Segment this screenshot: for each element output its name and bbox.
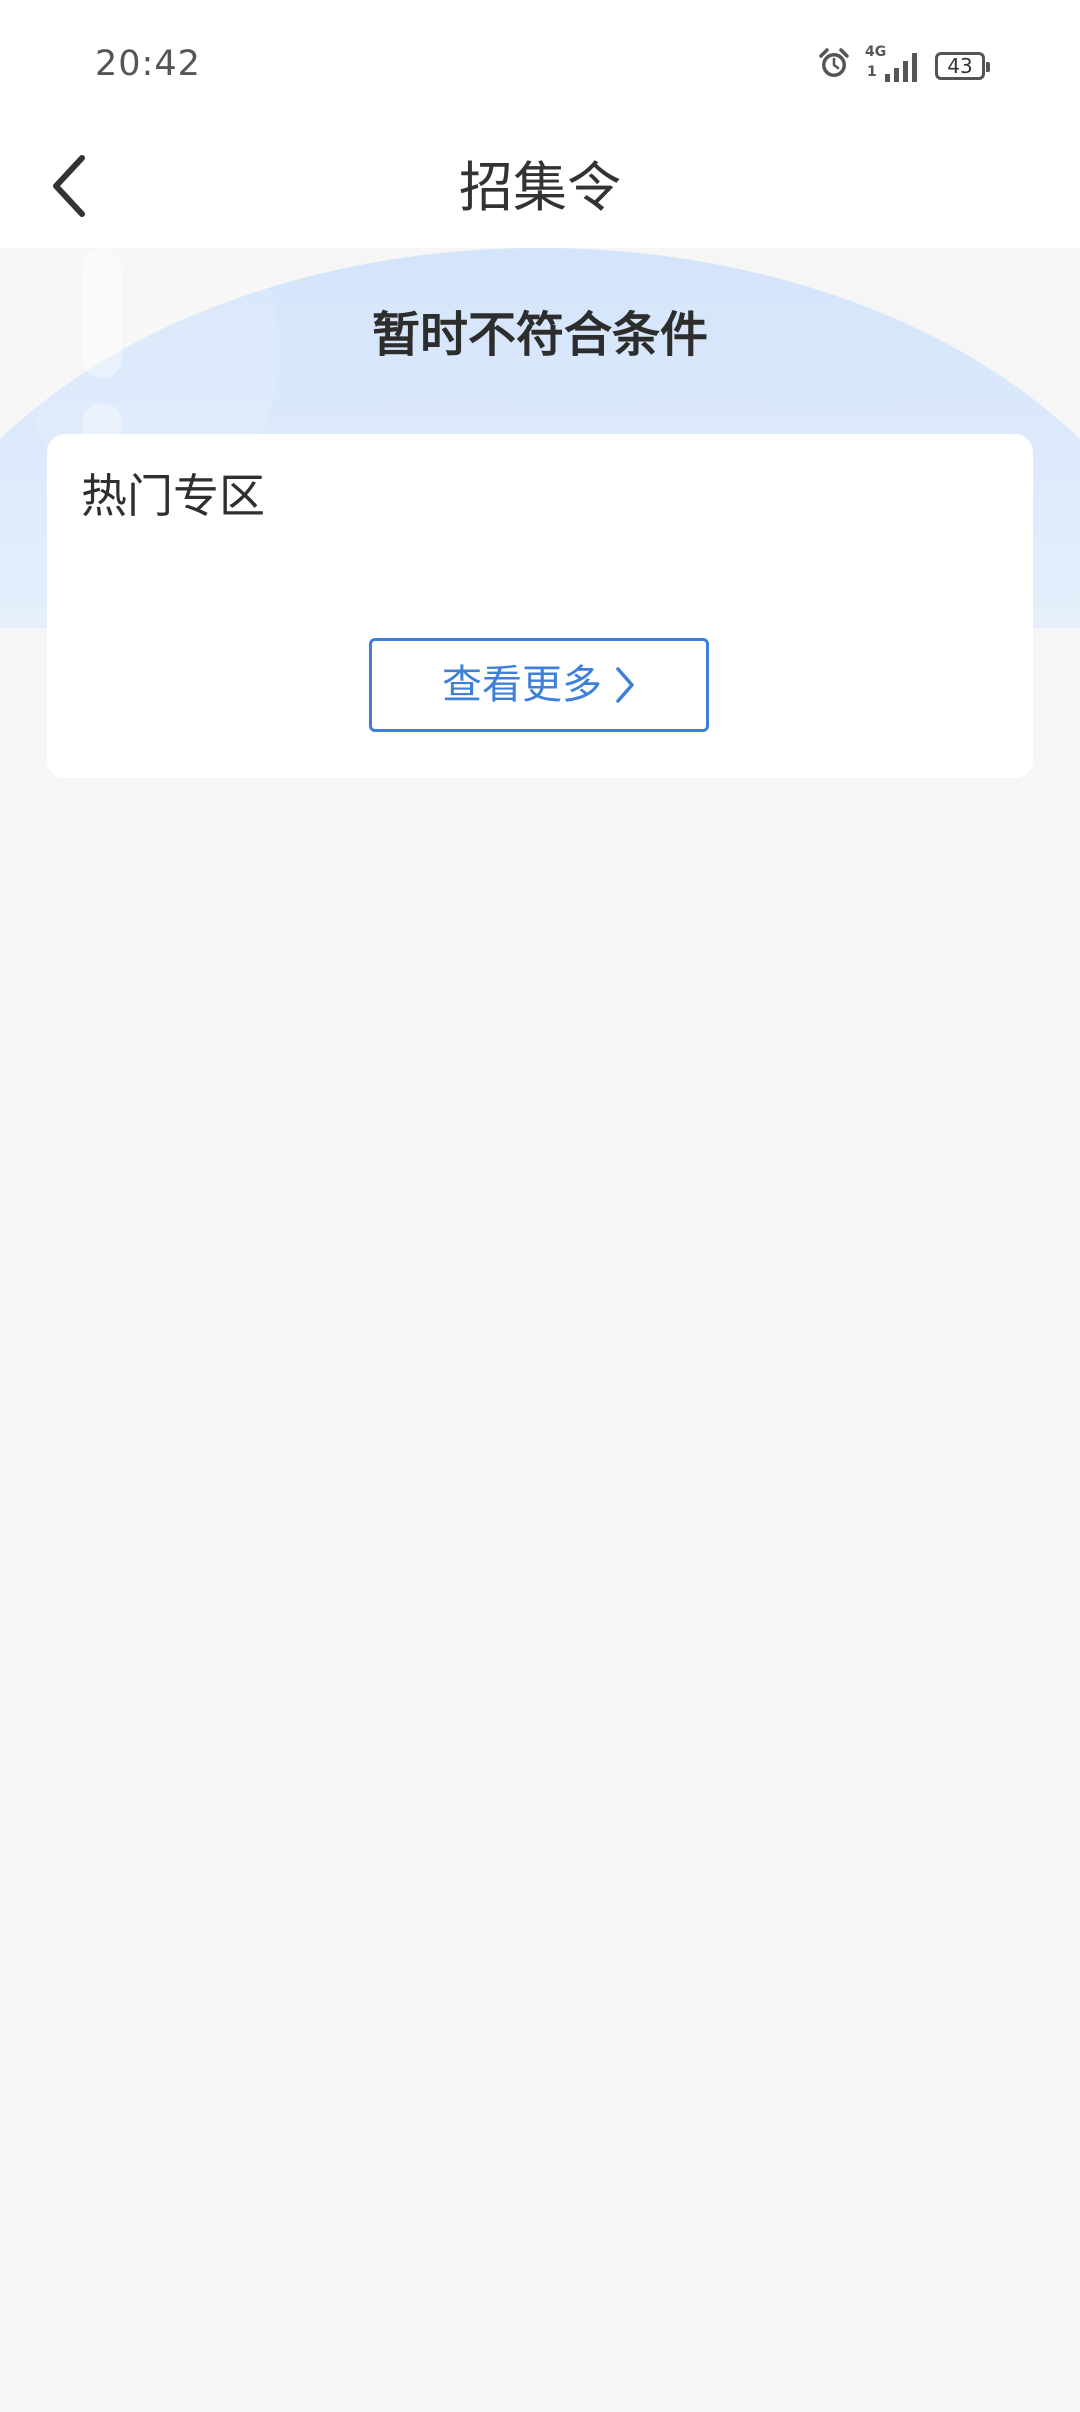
- hot-zone-card: 热门专区 查看更多: [47, 434, 1033, 778]
- alarm-icon: [817, 47, 851, 85]
- battery-level: 43: [947, 54, 973, 78]
- sim-label: 1: [867, 64, 877, 80]
- nav-bar: 招集令: [0, 130, 1080, 248]
- view-more-label: 查看更多: [442, 662, 602, 708]
- status-bar: 20:42 4G 1 43: [0, 0, 1080, 130]
- eligibility-message: 暂时不符合条件: [371, 307, 708, 363]
- screen: 20:42 4G 1 43 招集令 暂时不符合条件 热门专区 查看更多: [0, 0, 1080, 2412]
- battery-icon: 43: [935, 52, 990, 80]
- view-more-button[interactable]: 查看更多: [369, 638, 709, 732]
- chevron-right-icon: [614, 666, 636, 704]
- signal-icon: 4G 1: [865, 44, 921, 86]
- status-time: 20:42: [95, 44, 201, 84]
- status-icons: 4G 1 43: [817, 44, 990, 88]
- card-title: 热门专区: [81, 469, 265, 523]
- page-title: 招集令: [459, 156, 621, 219]
